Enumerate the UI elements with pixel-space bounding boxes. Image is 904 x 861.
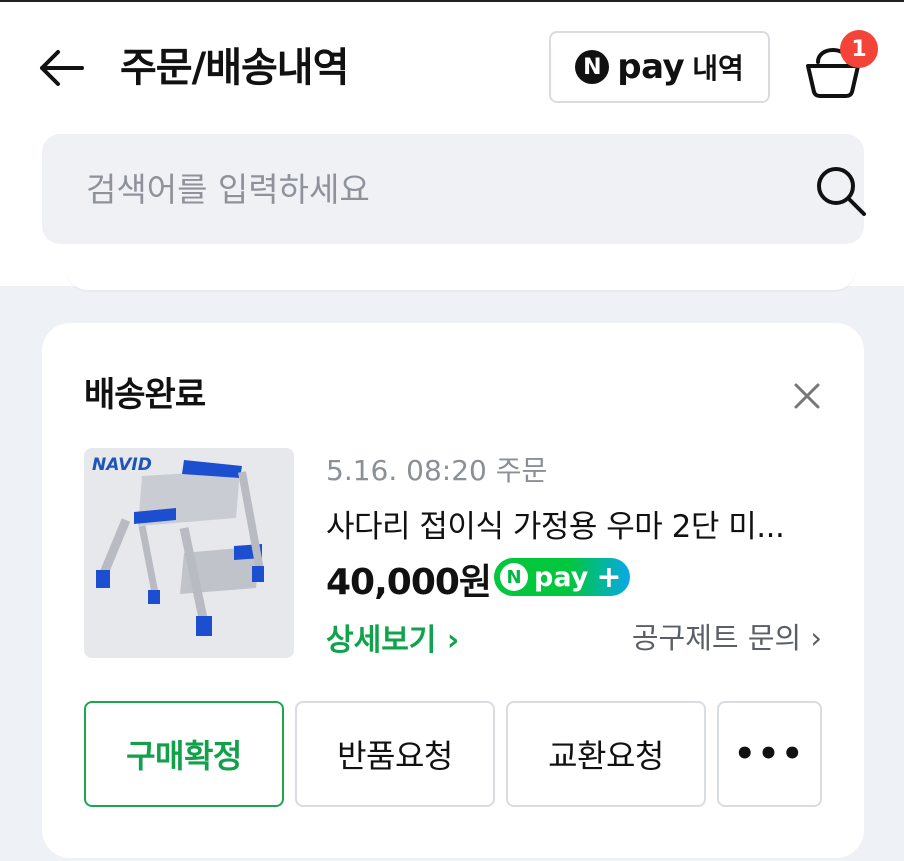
delete-order-button[interactable] (788, 377, 826, 415)
seller-inquiry-link[interactable]: 공구제트 문의 › (632, 615, 822, 657)
product-image[interactable]: NAVID (84, 448, 294, 658)
search-input[interactable] (86, 162, 746, 216)
more-options-button[interactable]: ••• (717, 701, 822, 807)
npay-history-button[interactable]: N pay 내역 (549, 31, 770, 103)
delivery-status: 배송완료 (84, 375, 206, 415)
arrow-left-icon (40, 50, 84, 86)
return-request-button[interactable]: 반품요청 (295, 701, 495, 807)
confirm-purchase-button[interactable]: 구매확정 (84, 701, 284, 807)
page-title: 주문/배송내역 (120, 45, 349, 91)
product-price: 40,000원 (326, 562, 492, 603)
step-ladder-image: NAVID (92, 455, 264, 636)
npay-history-label: 내역 (692, 52, 744, 85)
npay-wordmark: pay (534, 561, 589, 593)
previous-card-edge (66, 268, 856, 290)
back-button[interactable] (36, 42, 88, 94)
order-card: 배송완료 NAVID 5.16. 08:20 주문 사다리 접이식 가정용 우마… (42, 323, 864, 858)
search-bar (42, 134, 866, 244)
npay-wordmark: pay (617, 47, 685, 87)
view-details-link[interactable]: 상세보기 › (326, 615, 459, 659)
npay-plus-badge: N pay + (494, 558, 630, 596)
close-icon (794, 383, 820, 409)
image-brand-label: NAVID (92, 455, 152, 475)
search-icon[interactable] (812, 162, 870, 220)
product-name[interactable]: 사다리 접이식 가정용 우마 2단 미... (326, 501, 826, 546)
plus-icon: + (596, 559, 622, 595)
header: 주문/배송내역 N pay 내역 1 (0, 2, 904, 286)
cart-count-badge: 1 (840, 30, 878, 68)
exchange-request-button[interactable]: 교환요청 (506, 701, 706, 807)
naver-n-icon: N (500, 563, 528, 591)
naver-n-icon: N (575, 50, 610, 84)
order-date: 5.16. 08:20 주문 (326, 454, 548, 487)
